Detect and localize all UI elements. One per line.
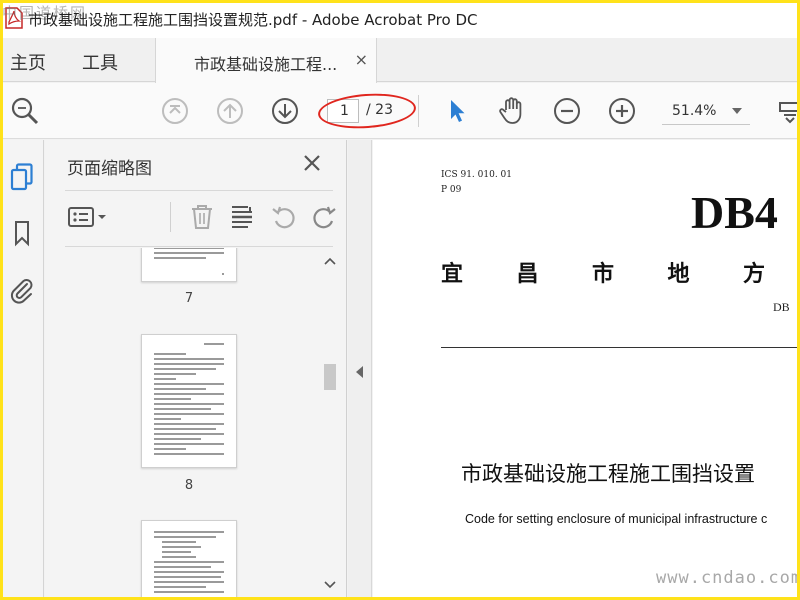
standard-heading: 宜 昌 市 地 方 — [441, 256, 800, 288]
chevron-down-icon — [732, 108, 742, 114]
ics-code: ICS 91. 010. 01 — [441, 170, 512, 180]
insert-page-icon[interactable] — [227, 202, 257, 232]
toolbar-separator — [418, 95, 419, 127]
attachment-icon[interactable] — [8, 275, 36, 305]
zoom-level-select[interactable]: 51.4% — [662, 99, 750, 125]
panel-splitter[interactable] — [348, 140, 372, 600]
panel-divider — [65, 246, 333, 247]
zoom-in-icon[interactable] — [607, 96, 637, 126]
thumbnail-toolbar — [65, 192, 336, 244]
thumbnail-page-number: 8 — [184, 478, 194, 493]
tab-document[interactable]: 市政基础设施工程... × — [155, 38, 377, 83]
select-arrow-icon[interactable] — [442, 96, 472, 126]
options-menu-icon[interactable] — [67, 202, 111, 232]
document-title-en: Code for setting enclosure of municipal … — [465, 512, 768, 526]
standard-code-large: DB4 — [691, 187, 778, 238]
watermark-bottom-right: www.cndao.com — [656, 568, 800, 588]
next-page-icon[interactable] — [270, 96, 300, 126]
toolbar-separator — [170, 202, 171, 232]
thumbnail-page-number: 7 — [184, 291, 194, 306]
hand-icon[interactable] — [497, 96, 527, 126]
scrollbar-thumb[interactable] — [324, 364, 336, 390]
tab-bar: 主页 工具 市政基础设施工程... × — [0, 38, 800, 83]
collapse-panel-icon[interactable] — [356, 366, 363, 378]
tools-dropdown-icon[interactable] — [775, 96, 800, 126]
heading-char: 宜 — [441, 262, 464, 287]
zoom-level-value: 51.4% — [672, 103, 717, 119]
main-toolbar: 1 / 23 51.4% — [0, 83, 800, 139]
tab-home[interactable]: 主页 — [10, 49, 46, 75]
document-title-cn: 市政基础设施工程施工围挡设置 — [461, 462, 755, 486]
close-tab-icon[interactable]: × — [355, 50, 368, 69]
window-title: 市政基础设施工程施工围挡设置规范.pdf - Adobe Acrobat Pro… — [28, 11, 478, 29]
page-thumbnail-8[interactable] — [141, 334, 237, 468]
first-page-icon[interactable] — [160, 96, 190, 126]
delete-icon[interactable] — [187, 202, 217, 232]
rotate-left-icon[interactable] — [269, 202, 299, 232]
page-thumbnail-9[interactable] — [141, 520, 237, 600]
page-thumbnails-icon[interactable] — [8, 162, 36, 192]
zoom-out-icon[interactable] — [552, 96, 582, 126]
document-page: ICS 91. 010. 01 P 09 DB4 宜 昌 市 地 方 DB 市政… — [373, 140, 800, 600]
thumbnail-list[interactable]: 7 8 — [45, 248, 325, 600]
document-view[interactable]: ICS 91. 010. 01 P 09 DB4 宜 昌 市 地 方 DB 市政… — [373, 140, 800, 600]
heading-char: 市 — [592, 262, 615, 287]
annotation-ellipse — [316, 90, 418, 132]
p-code: P 09 — [441, 185, 462, 195]
zoom-search-icon[interactable] — [10, 96, 40, 126]
left-nav-rail — [0, 140, 44, 600]
rotate-right-icon[interactable] — [309, 202, 339, 232]
panel-divider — [65, 190, 333, 191]
close-panel-icon[interactable] — [301, 152, 323, 174]
scroll-down-icon[interactable] — [323, 578, 337, 592]
heading-char: 方 — [743, 262, 766, 287]
thumbnail-scrollbar[interactable] — [321, 248, 339, 600]
document-tab-label: 市政基础设施工程... — [194, 55, 338, 74]
tab-tools[interactable]: 工具 — [82, 49, 118, 75]
prev-page-icon[interactable] — [215, 96, 245, 126]
panel-title: 页面缩略图 — [67, 159, 152, 179]
horizontal-rule — [441, 347, 800, 348]
heading-char: 昌 — [516, 262, 539, 287]
thumbnails-panel: 页面缩略图 7 8 — [45, 140, 347, 600]
standard-code-small: DB — [773, 300, 790, 314]
title-bar: 中国道桥网 市政基础设施工程施工围挡设置规范.pdf - Adobe Acrob… — [0, 0, 800, 38]
page-thumbnail-7[interactable] — [141, 248, 237, 282]
scroll-up-icon[interactable] — [323, 254, 337, 268]
bookmark-icon[interactable] — [8, 218, 36, 248]
heading-char: 地 — [667, 262, 690, 287]
